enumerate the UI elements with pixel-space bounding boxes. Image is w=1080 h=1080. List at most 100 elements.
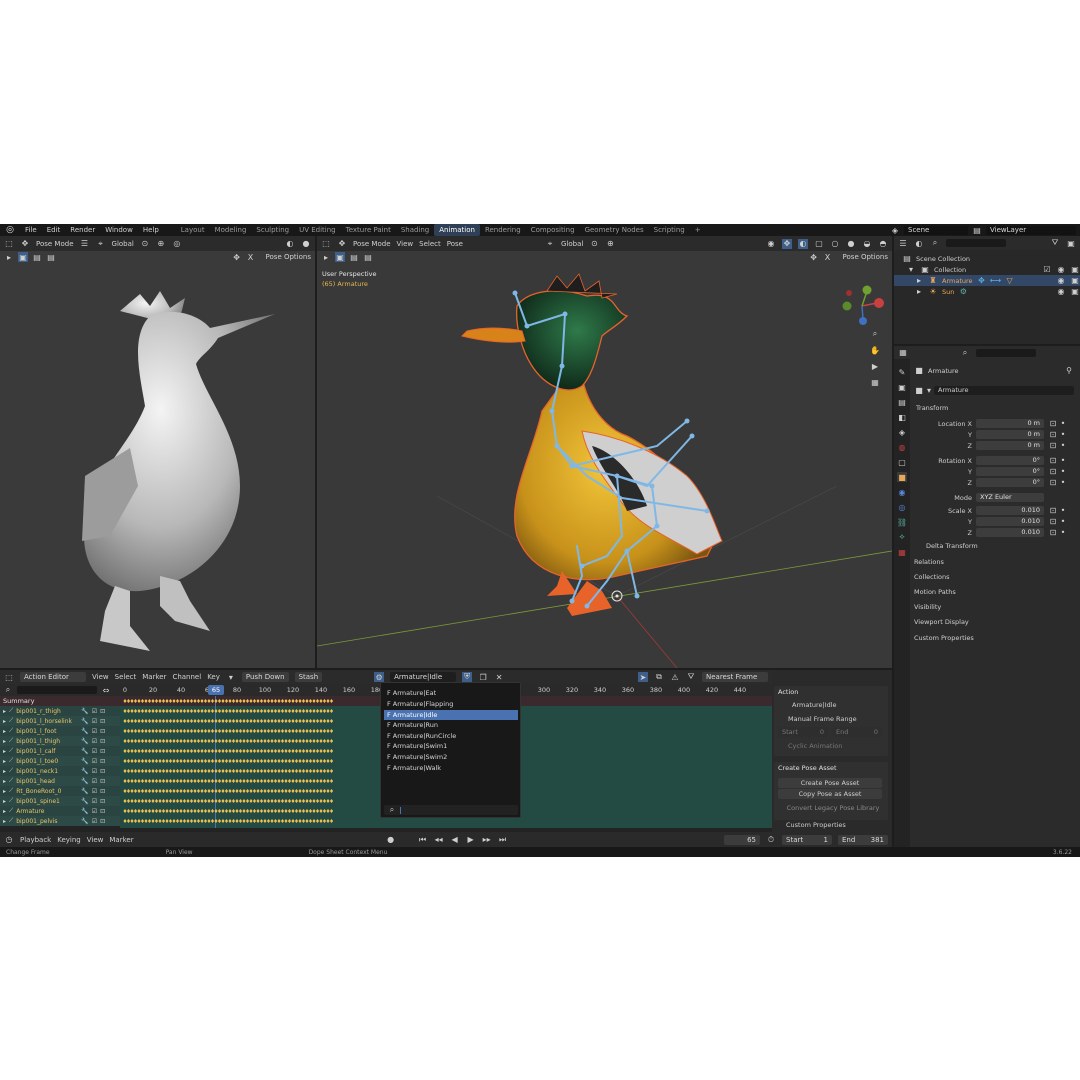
tab-layout[interactable]: Layout <box>176 224 210 236</box>
menu-edit[interactable]: Edit <box>42 224 66 236</box>
transform-value-field[interactable]: XYZ Euler <box>976 493 1044 502</box>
pin-icon[interactable]: ⚲ <box>1064 366 1074 376</box>
current-frame-indicator[interactable]: 65 <box>208 685 224 695</box>
new-collection-icon[interactable]: ▣ <box>1066 238 1076 248</box>
keyframe-diamonds[interactable] <box>120 726 350 736</box>
action-item-runcircle[interactable]: F Armature|RunCircle <box>384 731 518 741</box>
swap-arrows-icon[interactable]: ⇔ <box>101 685 111 695</box>
lock-icon[interactable]: ⊡ <box>100 808 105 815</box>
transform-section-header[interactable]: Transform <box>914 402 1074 414</box>
action-item-run[interactable]: F Armature|Run <box>384 720 518 730</box>
channel-row[interactable]: ▸ ⟋ Armature 🔧 ☑ ⊡ <box>0 806 120 816</box>
left-3d-viewport[interactable]: ⬚ ✥ Pose Mode ☰ ⌖ Global ⊙ ⊕ ◎ ◐ ● ▸ ▣ ▤… <box>0 236 315 668</box>
transform-value-field[interactable]: 0.010 <box>976 506 1044 515</box>
wrench-icon[interactable]: 🔧 <box>81 728 88 735</box>
cursor-select-icon[interactable]: ➤ <box>638 672 648 682</box>
lock-icon[interactable]: ⊡ <box>100 718 105 725</box>
keyframe-dot-icon[interactable]: • <box>1058 456 1068 466</box>
outliner-scene-collection[interactable]: ▤ Scene Collection <box>894 253 1080 264</box>
custom-properties-section[interactable]: Custom Properties <box>914 632 1074 644</box>
editor-type-icon[interactable]: ☰ <box>898 238 908 248</box>
checkbox-icon[interactable]: ☑ <box>92 788 97 795</box>
checkbox-icon[interactable]: ☑ <box>92 798 97 805</box>
clock-icon[interactable]: ◷ <box>4 835 14 845</box>
outliner-armature[interactable]: ▸ ♜ Armature ✥ ⟷ ▽ ◉ ▣ <box>894 275 1080 286</box>
tab-sculpting[interactable]: Sculpting <box>251 224 294 236</box>
lock-icon[interactable]: ⊡ <box>100 748 105 755</box>
channel-row[interactable]: ▸ ⟋ bip001_r_thigh 🔧 ☑ ⊡ <box>0 706 120 716</box>
wrench-icon[interactable]: 🔧 <box>81 788 88 795</box>
lock-icon[interactable]: ⊡ <box>1048 419 1058 429</box>
create-pose-asset-button[interactable]: Create Pose Asset <box>778 778 882 788</box>
menu-help[interactable]: Help <box>138 224 164 236</box>
editor-type-icon[interactable]: ⬚ <box>4 672 14 682</box>
tab-geometry-nodes[interactable]: Geometry Nodes <box>580 224 649 236</box>
action-name-field[interactable]: Armature|Idle <box>390 672 457 682</box>
camera-icon[interactable]: ▣ <box>1070 265 1080 275</box>
lock-icon[interactable]: ⊡ <box>100 758 105 765</box>
push-down-button[interactable]: Push Down <box>241 672 289 682</box>
checkbox-icon[interactable]: ☑ <box>92 728 97 735</box>
lock-icon[interactable]: ⊡ <box>100 768 105 775</box>
channel-row[interactable]: ▸ ⟋ bip001_l_horselink 🔧 ☑ ⊡ <box>0 716 120 726</box>
end-value[interactable]: 0 <box>874 727 878 737</box>
transform-value-field[interactable]: 0 m <box>976 430 1044 439</box>
checkbox-icon[interactable]: ☑ <box>92 808 97 815</box>
action-item-flapping[interactable]: F Armature|Flapping <box>384 699 518 709</box>
camera-icon[interactable]: ▶ <box>870 361 880 371</box>
lock-icon[interactable]: ⊡ <box>100 788 105 795</box>
wrench-icon[interactable]: 🔧 <box>81 768 88 775</box>
dropdown-icon[interactable]: ▾ <box>924 386 934 396</box>
stopwatch-icon[interactable]: ⏱ <box>766 835 776 845</box>
tab-texture-paint[interactable]: Texture Paint <box>341 224 396 236</box>
expand-arrow-icon[interactable]: ▸ <box>3 718 6 725</box>
dope-menu-select[interactable]: Select <box>115 673 137 681</box>
start-value[interactable]: 0 <box>820 727 824 737</box>
action-editor-select[interactable]: Action Editor <box>20 672 86 682</box>
timeline-end-value[interactable]: 381 <box>871 835 884 845</box>
grid-icon[interactable]: ▦ <box>870 377 880 387</box>
tab-modeling[interactable]: Modeling <box>210 224 252 236</box>
channel-row[interactable]: ▸ ⟋ bip001_neck1 🔧 ☑ ⊡ <box>0 766 120 776</box>
keyframe-diamonds[interactable] <box>120 806 350 816</box>
expand-arrow-icon[interactable]: ▸ <box>3 738 6 745</box>
menu-file[interactable]: File <box>20 224 42 236</box>
lock-icon[interactable]: ⊡ <box>100 708 105 715</box>
keyframe-dot-icon[interactable]: • <box>1058 430 1068 440</box>
expand-arrow-icon[interactable]: ▸ <box>3 768 6 775</box>
wrench-icon[interactable]: 🔧 <box>81 718 88 725</box>
summary-keyframes[interactable] <box>120 696 350 706</box>
navigation-gizmo[interactable] <box>837 281 887 331</box>
bone-tab-icon[interactable]: ▦ <box>897 547 907 557</box>
checkbox-icon[interactable]: ☑ <box>1042 265 1052 275</box>
tab-rendering[interactable]: Rendering <box>480 224 526 236</box>
expand-arrow-icon[interactable]: ▸ <box>3 748 6 755</box>
pose-asset-header[interactable]: Create Pose Asset <box>778 763 888 773</box>
checkbox-icon[interactable]: ☑ <box>92 738 97 745</box>
menu-window[interactable]: Window <box>100 224 138 236</box>
wrench-icon[interactable]: 🔧 <box>81 798 88 805</box>
lock-icon[interactable]: ⊡ <box>100 738 105 745</box>
checkbox-icon[interactable]: ☑ <box>92 718 97 725</box>
expand-arrow-icon[interactable]: ▸ <box>914 276 924 286</box>
eye-icon[interactable]: ◉ <box>1056 265 1066 275</box>
blender-logo-icon[interactable]: ◎ <box>4 224 16 236</box>
jump-end-icon[interactable]: ⏭ <box>498 835 508 845</box>
action-item-eat[interactable]: F Armature|Eat <box>384 688 518 698</box>
channel-search-input[interactable] <box>17 686 97 694</box>
render-tab-icon[interactable]: ▣ <box>897 382 907 392</box>
stash-button[interactable]: Stash <box>294 672 323 682</box>
camera-icon[interactable]: ▣ <box>1070 287 1080 297</box>
view-layer-field[interactable]: ViewLayer <box>986 225 1076 235</box>
lock-icon[interactable]: ⊡ <box>1048 506 1058 516</box>
filter-ghost-icon[interactable]: ⧉ <box>654 672 664 682</box>
keyframe-diamonds[interactable] <box>120 776 350 786</box>
keyframe-diamonds[interactable] <box>120 736 350 746</box>
camera-icon[interactable]: ▣ <box>1070 276 1080 286</box>
wrench-icon[interactable]: 🔧 <box>81 748 88 755</box>
outliner-sun[interactable]: ▸ ☀ Sun ⚙ ◉ ▣ <box>894 286 1080 297</box>
keyframe-diamonds[interactable] <box>120 746 350 756</box>
object-data-field[interactable]: Armature <box>934 386 1074 395</box>
lock-icon[interactable]: ⊡ <box>100 728 105 735</box>
arrow-down-icon[interactable]: ▾ <box>226 672 236 682</box>
